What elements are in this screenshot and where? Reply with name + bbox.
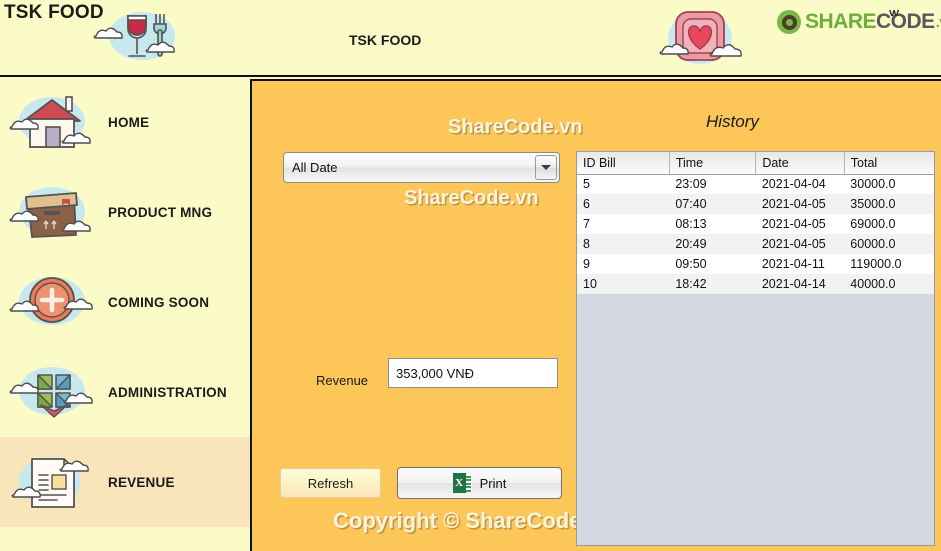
table-header-row: ID Bill Time Date Total	[577, 152, 934, 175]
table-cell-total: 69000.0	[844, 214, 934, 234]
revenue-value: 353,000 VNĐ	[396, 365, 475, 381]
sidebar-navigation: HOME PRODUCT MNG COMING SOON ADMINISTRAT…	[0, 77, 250, 551]
sidebar-item-coming-soon[interactable]: COMING SOON	[0, 257, 250, 347]
table-cell-time: 18:42	[669, 274, 756, 294]
table-cell-date: 2021-04-04	[755, 174, 845, 194]
sharecode-logo[interactable]: SHARE CODE .vn vv	[777, 6, 941, 38]
brand-title: TSK FOOD	[4, 2, 104, 23]
revenue-label: Revenue	[316, 373, 369, 388]
column-header-time[interactable]: Time	[669, 152, 757, 175]
house-icon	[8, 87, 100, 157]
table-row[interactable]: 10 18:42 2021-04-14 40000.0	[577, 274, 934, 294]
column-header-id-bill[interactable]: ID Bill	[577, 152, 670, 175]
table-cell-time: 08:13	[669, 214, 756, 234]
table-cell-total: 35000.0	[844, 194, 934, 214]
date-filter-select[interactable]: All Date	[283, 152, 560, 183]
page-title: TSK FOOD	[349, 32, 422, 48]
logo-vn-text: .vn	[935, 13, 941, 31]
sidebar-item-product-mng[interactable]: PRODUCT MNG	[0, 167, 250, 257]
table-cell-total: 30000.0	[844, 174, 934, 194]
table-cell-total: 119000.0	[844, 254, 934, 274]
watermark-middle: ShareCode.vn	[404, 187, 539, 209]
table-row[interactable]: 6 07:40 2021-04-05 35000.0	[577, 194, 934, 214]
excel-letter: X	[452, 473, 466, 493]
history-table-body: 5 23:09 2021-04-04 30000.0 6 07:40 2021-04-05 3…	[577, 174, 934, 294]
table-row[interactable]: 5 23:09 2021-04-04 30000.0	[577, 174, 934, 194]
watermark-copyright: Copyright © ShareCode.vn	[333, 508, 614, 533]
refresh-button-label: Refresh	[307, 475, 354, 491]
revenue-panel: ShareCode.vn ShareCode.vn Copyright © Sh…	[250, 79, 941, 551]
watermark-top: ShareCode.vn	[448, 116, 583, 138]
history-table-head: ID Bill Time Date Total	[577, 152, 934, 175]
plus-coin-icon	[8, 267, 100, 337]
table-cell-id: 6	[577, 194, 670, 214]
box-icon	[8, 177, 100, 247]
table-cell-date: 2021-04-11	[755, 254, 845, 274]
sidebar-item-label: ADMINISTRATION	[108, 384, 227, 400]
logo-code-text: CODE	[876, 10, 935, 33]
application-window: TSK FOOD TSK FOOD SHARE CODE . vv HOME P…	[0, 0, 941, 551]
recycle-badge-icon	[777, 10, 801, 34]
logo-share-text: SHARE	[805, 10, 877, 33]
table-cell-date: 2021-04-05	[755, 214, 845, 234]
sidebar-item-revenue[interactable]: REVENUE	[0, 437, 250, 527]
table-cell-id: 8	[577, 234, 670, 254]
revenue-field[interactable]: 353,000 VNĐ	[388, 358, 558, 388]
heart-app-icon	[650, 4, 750, 74]
chevron-down-icon[interactable]	[535, 155, 557, 180]
wine-glass-fork-icon	[90, 6, 190, 70]
refresh-button[interactable]: Refresh	[280, 468, 381, 498]
sidebar-item-administration[interactable]: ADMINISTRATION	[0, 347, 250, 437]
excel-icon: X	[452, 473, 472, 493]
table-cell-time: 20:49	[669, 234, 756, 254]
print-button[interactable]: X Print	[397, 467, 562, 499]
print-button-label: Print	[479, 475, 507, 491]
history-table-container[interactable]: ID Bill Time Date Total 5 23:09 2021-04-04…	[576, 151, 935, 546]
table-cell-date: 2021-04-05	[755, 234, 845, 254]
table-row[interactable]: 9 09:50 2021-04-11 119000.0	[577, 254, 934, 274]
sidebar-item-label: PRODUCT MNG	[108, 204, 213, 220]
sidebar-item-label: COMING SOON	[108, 294, 210, 310]
table-row[interactable]: 8 20:49 2021-04-05 60000.0	[577, 234, 934, 254]
table-cell-date: 2021-04-05	[755, 194, 845, 214]
table-cell-date: 2021-04-14	[755, 274, 845, 294]
table-cell-time: 23:09	[669, 174, 756, 194]
sidebar-item-label: REVENUE	[108, 474, 175, 490]
date-filter-value: All Date	[292, 160, 338, 175]
table-cell-total: 60000.0	[844, 234, 934, 254]
hexagon-blocks-icon	[8, 357, 100, 427]
table-cell-time: 07:40	[669, 194, 756, 214]
table-cell-total: 40000.0	[844, 274, 934, 294]
logo-tick-icon: vv	[889, 7, 899, 19]
table-cell-id: 7	[577, 214, 670, 234]
table-cell-id: 5	[577, 174, 670, 194]
column-header-date[interactable]: Date	[755, 152, 845, 175]
history-table: ID Bill Time Date Total 5 23:09 2021-04-04…	[577, 152, 934, 294]
history-title: History	[706, 112, 759, 131]
app-header: TSK FOOD TSK FOOD SHARE CODE . vv	[0, 0, 941, 77]
table-cell-id: 10	[577, 274, 670, 294]
table-cell-id: 9	[577, 254, 670, 274]
column-header-total[interactable]: Total	[844, 152, 934, 175]
table-cell-time: 09:50	[669, 254, 756, 274]
table-row[interactable]: 7 08:13 2021-04-05 69000.0	[577, 214, 934, 234]
sidebar-item-home[interactable]: HOME	[0, 77, 250, 167]
document-icon	[8, 447, 100, 517]
sidebar-item-label: HOME	[108, 114, 150, 130]
